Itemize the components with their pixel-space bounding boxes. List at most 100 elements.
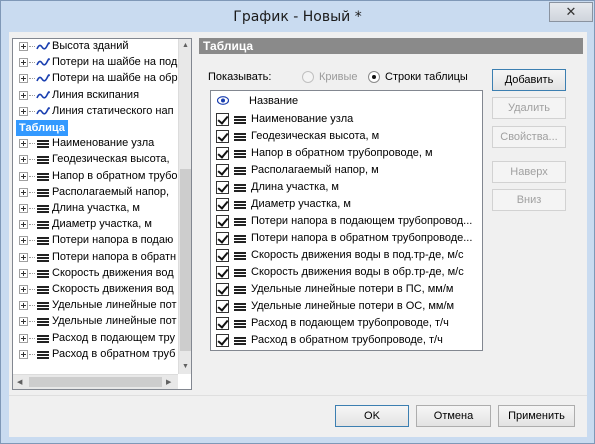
expand-plus-icon[interactable] xyxy=(19,42,28,51)
list-item[interactable]: Скорость движения воды в обр.тр-де, м/с xyxy=(211,264,482,281)
title-bar[interactable]: График - Новый * ✕ xyxy=(1,1,594,31)
eye-icon xyxy=(217,96,229,105)
tree-item-table-row[interactable]: Расход в подающем тру xyxy=(13,331,183,347)
tree-item-table-row[interactable]: Геодезическая высота, xyxy=(13,152,183,168)
list-item-label: Скорость движения воды в под.тр-де, м/с xyxy=(251,249,464,261)
visibility-checkbox[interactable] xyxy=(216,283,229,296)
visibility-checkbox[interactable] xyxy=(216,300,229,313)
element-tree[interactable]: Высота зданий Потери на шайбе на под Потер… xyxy=(12,38,192,390)
expand-plus-icon[interactable] xyxy=(19,268,28,278)
tree-item-table-row[interactable]: Потери напора в подаю xyxy=(13,233,183,249)
add-button[interactable]: Добавить xyxy=(492,69,566,91)
tree-item-curve[interactable]: Линия вскипания xyxy=(13,88,183,104)
tree-item-table-row[interactable]: Длина участка, м xyxy=(13,201,183,217)
list-item[interactable]: Расход в подающем трубопроводе, т/ч xyxy=(211,315,482,332)
scroll-right-arrow-icon[interactable]: ▶ xyxy=(166,378,171,387)
tree-item-table-row[interactable]: Располагаемый напор, xyxy=(13,185,183,201)
list-item[interactable]: Напор в обратном трубопроводе, м xyxy=(211,145,482,162)
expand-plus-icon[interactable] xyxy=(19,155,28,165)
expand-plus-icon[interactable] xyxy=(19,317,28,327)
scroll-up-arrow-icon[interactable]: ▲ xyxy=(182,41,189,50)
expand-plus-icon[interactable] xyxy=(19,58,28,68)
tree-item-table-row[interactable]: Наименование узла xyxy=(13,136,183,152)
move-down-button[interactable]: Вниз xyxy=(492,189,566,211)
expand-plus-icon[interactable] xyxy=(19,220,28,230)
tree-item-table-row[interactable]: Скорость движения вод xyxy=(13,282,183,298)
tree-item-table-row[interactable]: Напор в обратном трубо xyxy=(13,169,183,185)
visibility-checkbox[interactable] xyxy=(216,113,229,126)
list-item[interactable]: Удельные линейные потери в ОС, мм/м xyxy=(211,298,482,315)
tree-connector xyxy=(29,191,35,193)
tree-item-curve[interactable]: Потери на шайбе на под xyxy=(13,55,183,71)
cancel-button[interactable]: Отмена xyxy=(416,405,491,427)
visibility-checkbox[interactable] xyxy=(216,317,229,330)
list-item[interactable]: Диаметр участка, м xyxy=(211,196,482,213)
move-up-button[interactable]: Наверх xyxy=(492,161,566,183)
list-item-label: Располагаемый напор, м xyxy=(251,164,379,176)
close-button[interactable]: ✕ xyxy=(549,2,593,22)
tree-item-table-row[interactable]: Удельные линейные пот xyxy=(13,314,183,330)
tree-item-table-row[interactable]: Скорость движения вод xyxy=(13,266,183,282)
tree-vertical-scrollbar[interactable]: ▲ ▼ xyxy=(178,39,191,374)
apply-button[interactable]: Применить xyxy=(498,405,575,427)
list-item[interactable]: Удельные линейные потери в ПС, мм/м xyxy=(211,281,482,298)
list-item[interactable]: Скорость движения воды в под.тр-де, м/с xyxy=(211,247,482,264)
table-row-icon xyxy=(36,332,50,346)
table-row-icon xyxy=(233,249,247,263)
tree-item-curve[interactable]: Потери на шайбе на обр xyxy=(13,71,183,87)
properties-button[interactable]: Свойства... xyxy=(492,126,566,148)
expand-plus-icon[interactable] xyxy=(19,90,28,100)
scroll-left-arrow-icon[interactable]: ◀ xyxy=(17,378,22,387)
visibility-checkbox[interactable] xyxy=(216,147,229,160)
list-header: Название xyxy=(211,91,482,111)
expand-plus-icon[interactable] xyxy=(19,236,28,246)
list-item-label: Напор в обратном трубопроводе, м xyxy=(251,147,433,159)
tree-horizontal-scroll-thumb[interactable] xyxy=(29,377,162,387)
tree-item-curve[interactable]: Высота зданий xyxy=(13,39,183,55)
visibility-checkbox[interactable] xyxy=(216,266,229,279)
expand-plus-icon[interactable] xyxy=(19,252,28,262)
expand-plus-icon[interactable] xyxy=(19,301,28,311)
tree-item-table-row[interactable]: Потери напора в обратн xyxy=(13,250,183,266)
tree-item-table-row[interactable]: Удельные линейные пот xyxy=(13,298,183,314)
expand-plus-icon[interactable] xyxy=(19,333,28,343)
expand-plus-icon[interactable] xyxy=(19,285,28,294)
expand-plus-icon[interactable] xyxy=(19,139,28,149)
list-item[interactable]: Длина участка, м xyxy=(211,179,482,196)
visibility-checkbox[interactable] xyxy=(216,198,229,211)
radio-table-rows-label[interactable]: Строки таблицы xyxy=(385,71,468,83)
tree-connector xyxy=(29,208,35,209)
expand-plus-icon[interactable] xyxy=(19,171,28,181)
delete-button[interactable]: Удалить xyxy=(492,97,566,119)
expand-plus-icon[interactable] xyxy=(19,187,28,197)
ok-button[interactable]: OK xyxy=(335,405,409,427)
tree-horizontal-scrollbar[interactable]: ◀ ▶ xyxy=(13,374,178,389)
table-rows-list[interactable]: Название Наименование узла Геодезическая … xyxy=(210,90,483,351)
visibility-checkbox[interactable] xyxy=(216,130,229,143)
list-item[interactable]: Потери напора в обратном трубопроводе... xyxy=(211,230,482,247)
window-title: График - Новый * xyxy=(233,9,362,25)
list-item[interactable]: Наименование узла xyxy=(211,111,482,128)
visibility-checkbox[interactable] xyxy=(216,249,229,262)
tree-item-table-root[interactable]: Таблица xyxy=(16,120,68,136)
list-item[interactable]: Геодезическая высота, м xyxy=(211,128,482,145)
tree-item-table-row[interactable]: Диаметр участка, м xyxy=(13,217,183,233)
radio-table-rows[interactable] xyxy=(368,71,380,83)
visibility-checkbox[interactable] xyxy=(216,164,229,177)
list-item[interactable]: Расход в обратном трубопроводе, т/ч xyxy=(211,332,482,349)
visibility-checkbox[interactable] xyxy=(216,181,229,194)
list-item[interactable]: Располагаемый напор, м xyxy=(211,162,482,179)
visibility-checkbox[interactable] xyxy=(216,334,229,347)
tree-vertical-scroll-thumb[interactable] xyxy=(180,169,191,351)
expand-plus-icon[interactable] xyxy=(19,106,28,116)
visibility-checkbox[interactable] xyxy=(216,232,229,245)
tree-item-table-row[interactable]: Расход в обратном труб xyxy=(13,347,183,363)
expand-plus-icon[interactable] xyxy=(19,74,28,84)
tree-item-curve[interactable]: Линия статического нап xyxy=(13,104,183,120)
list-item[interactable]: Потери напора в подающем трубопровод... xyxy=(211,213,482,230)
visibility-checkbox[interactable] xyxy=(216,215,229,228)
expand-plus-icon[interactable] xyxy=(19,349,28,359)
expand-plus-icon[interactable] xyxy=(19,204,28,213)
list-item-label: Геодезическая высота, м xyxy=(251,130,380,142)
scroll-down-arrow-icon[interactable]: ▼ xyxy=(182,362,189,371)
